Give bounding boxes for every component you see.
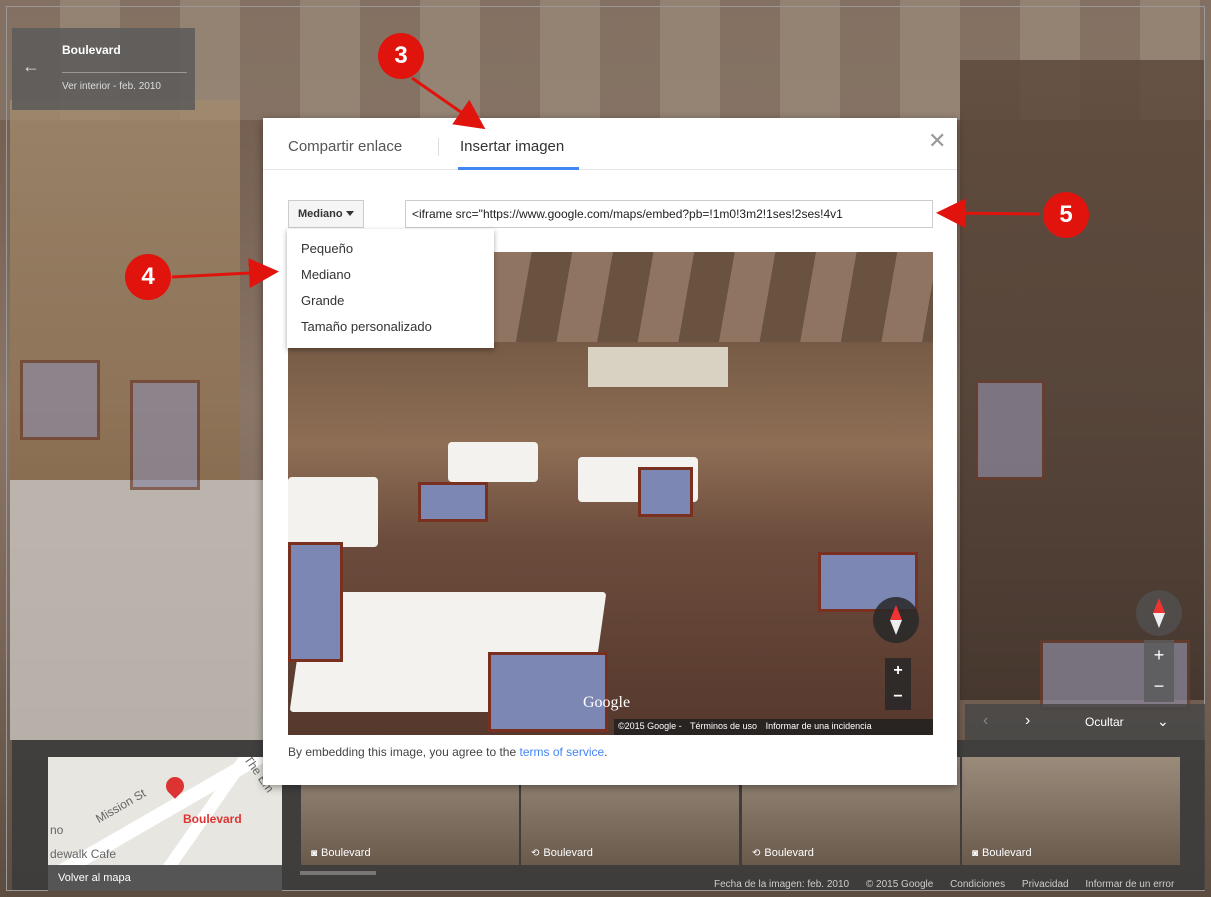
annotation-arrows xyxy=(171,76,1041,289)
arrow-to-embed-tab xyxy=(411,76,486,130)
arrow-to-embed-code xyxy=(936,198,1041,229)
arrow-to-size-menu xyxy=(171,258,279,289)
